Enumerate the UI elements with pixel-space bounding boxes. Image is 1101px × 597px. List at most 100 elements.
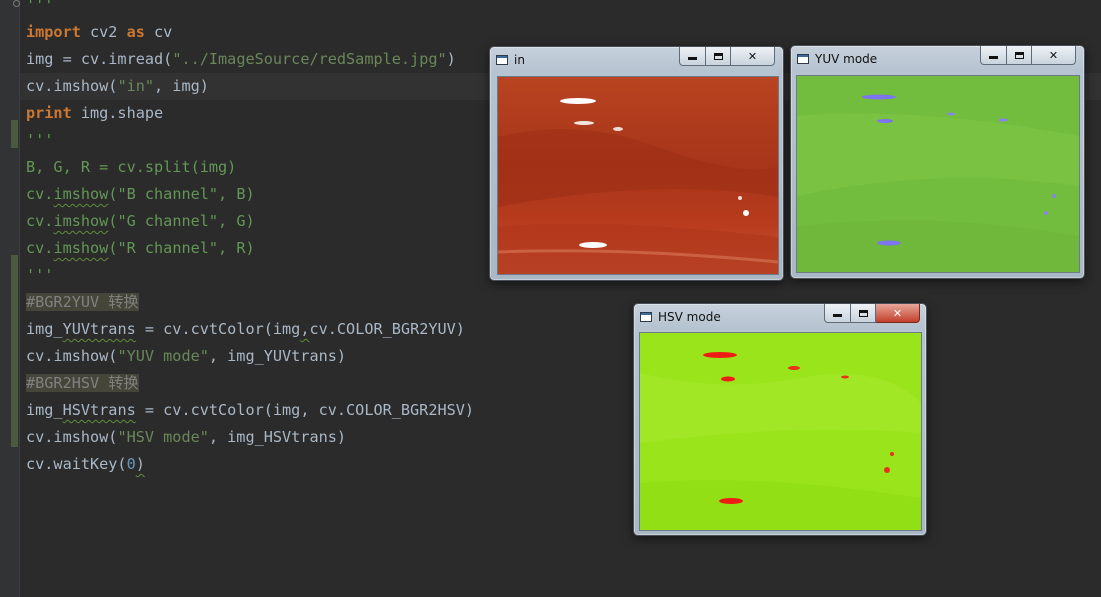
close-button[interactable]: ✕ bbox=[731, 47, 775, 66]
code-token: "YUV mode" bbox=[117, 347, 209, 365]
minimize-icon bbox=[833, 314, 842, 317]
code-token: cv.imshow( bbox=[26, 347, 118, 365]
fold-marker-icon[interactable] bbox=[13, 0, 20, 7]
close-icon: ✕ bbox=[747, 49, 758, 63]
code-token: cv.imshow( bbox=[26, 77, 118, 95]
code-line[interactable]: img_HSVtrans = cv.cvtColor(img, cv.COLOR… bbox=[26, 397, 474, 424]
code-token: img = cv.imread( bbox=[26, 50, 173, 68]
code-line[interactable]: cv.imshow("YUV mode", img_YUVtrans) bbox=[26, 343, 474, 370]
code-token: img_ bbox=[26, 320, 63, 338]
code-token: ''' bbox=[26, 0, 54, 14]
code-line[interactable]: #BGR2HSV 转换 bbox=[26, 370, 474, 397]
code-token: = cv.cvtColor(img, cv.COLOR_BGR2HSV) bbox=[135, 401, 475, 419]
window-app-icon bbox=[496, 55, 508, 65]
image-in bbox=[498, 77, 778, 274]
code-token: B, G, R = cv.split(img) bbox=[26, 158, 237, 176]
code-token: 0 bbox=[126, 455, 136, 473]
code-token: #BGR2YUV 转换 bbox=[26, 293, 139, 311]
code-token: #BGR2HSV 转换 bbox=[26, 374, 139, 392]
code-token: imshow bbox=[53, 185, 109, 203]
close-icon: ✕ bbox=[1048, 48, 1059, 62]
code-token: "in" bbox=[117, 77, 155, 95]
code-token: import bbox=[26, 23, 81, 41]
code-token: imshow bbox=[53, 212, 109, 230]
window-titlebar[interactable]: in ✕ bbox=[490, 47, 783, 73]
code-token: cv. bbox=[26, 185, 54, 203]
minimize-button[interactable] bbox=[980, 46, 1007, 65]
maximize-button[interactable] bbox=[851, 304, 876, 323]
code-line[interactable]: ''' bbox=[26, 127, 474, 154]
code-token: ''' bbox=[26, 131, 54, 149]
image-window-yuv[interactable]: YUV mode ✕ bbox=[790, 45, 1085, 279]
code-token: cv. bbox=[26, 212, 54, 230]
code-line[interactable]: print img.shape bbox=[26, 100, 474, 127]
image-canvas bbox=[639, 332, 922, 531]
maximize-button[interactable] bbox=[706, 47, 731, 66]
code-line[interactable]: cv.imshow("B channel", B) bbox=[26, 181, 474, 208]
image-window-in[interactable]: in ✕ bbox=[489, 46, 784, 281]
code-token: ("B channel", B) bbox=[108, 185, 255, 203]
window-title: YUV mode bbox=[815, 52, 878, 66]
code-token: cv.imshow( bbox=[26, 428, 118, 446]
code-token: print bbox=[26, 104, 72, 122]
code-token: "../ImageSource/redSample.jpg" bbox=[172, 50, 447, 68]
minimize-icon bbox=[688, 57, 697, 60]
window-titlebar[interactable]: HSV mode ✕ bbox=[634, 304, 926, 330]
code-line[interactable]: img = cv.imread("../ImageSource/redSampl… bbox=[26, 46, 474, 73]
code-token: cv.waitKey( bbox=[26, 455, 127, 473]
maximize-icon bbox=[858, 309, 868, 317]
maximize-button[interactable] bbox=[1007, 46, 1032, 65]
close-icon: ✕ bbox=[892, 306, 903, 320]
image-window-hsv[interactable]: HSV mode ✕ bbox=[633, 303, 927, 536]
image-canvas bbox=[497, 76, 779, 275]
fold-region bbox=[11, 255, 18, 447]
maximize-icon bbox=[1014, 51, 1024, 59]
close-button[interactable]: ✕ bbox=[1032, 46, 1076, 65]
code-token: = cv.cvtColor(img bbox=[135, 320, 301, 338]
code-token: , img) bbox=[154, 77, 209, 95]
code-token: ) bbox=[135, 455, 145, 473]
code-token: ("G channel", G) bbox=[108, 212, 255, 230]
code-token: HSVtrans bbox=[62, 401, 136, 419]
window-title: in bbox=[514, 53, 525, 67]
maximize-icon bbox=[713, 52, 723, 60]
code-token: cv bbox=[144, 23, 173, 41]
code-token: cv.COLOR_BGR2YUV) bbox=[309, 320, 465, 338]
minimize-button[interactable] bbox=[824, 304, 851, 323]
code-token: cv. bbox=[26, 239, 54, 257]
window-app-icon bbox=[797, 54, 809, 64]
minimize-button[interactable] bbox=[679, 47, 706, 66]
image-hsv bbox=[640, 333, 921, 530]
editor-gutter bbox=[0, 0, 20, 597]
fold-region bbox=[11, 120, 18, 148]
code-lines[interactable]: ''' import cv2 as cv img = cv.imread("../I… bbox=[18, 0, 1101, 478]
code-line[interactable]: cv.imshow("R channel", R) bbox=[26, 235, 474, 262]
close-button[interactable]: ✕ bbox=[876, 304, 920, 323]
code-token: , img_HSVtrans) bbox=[208, 428, 347, 446]
minimize-icon bbox=[989, 56, 998, 59]
code-line[interactable]: B, G, R = cv.split(img) bbox=[26, 154, 474, 181]
code-line[interactable]: img_YUVtrans = cv.cvtColor(img,cv.COLOR_… bbox=[26, 316, 474, 343]
window-title: HSV mode bbox=[658, 310, 721, 324]
code-line[interactable]: import cv2 as cv bbox=[26, 19, 474, 46]
code-line[interactable]: ''' bbox=[26, 0, 474, 19]
code-line[interactable]: ''' bbox=[26, 262, 474, 289]
image-canvas bbox=[796, 75, 1080, 273]
code-token: cv2 bbox=[80, 23, 127, 41]
code-token: imshow bbox=[53, 239, 109, 257]
code-line[interactable]: cv.waitKey(0) bbox=[26, 451, 474, 478]
code-line[interactable]: cv.imshow("G channel", G) bbox=[26, 208, 474, 235]
code-token: "HSV mode" bbox=[117, 428, 209, 446]
window-titlebar[interactable]: YUV mode ✕ bbox=[791, 46, 1084, 72]
code-line[interactable]: cv.imshow("HSV mode", img_HSVtrans) bbox=[26, 424, 474, 451]
code-token: , img_YUVtrans) bbox=[208, 347, 347, 365]
code-token: ("R channel", R) bbox=[108, 239, 255, 257]
code-token: ) bbox=[446, 50, 456, 68]
image-yuv bbox=[797, 76, 1079, 272]
code-token: img.shape bbox=[71, 104, 164, 122]
code-token: ''' bbox=[26, 266, 54, 284]
code-token: YUVtrans bbox=[62, 320, 136, 338]
code-token: as bbox=[126, 23, 145, 41]
code-line[interactable]: cv.imshow("in", img) bbox=[18, 73, 1101, 100]
code-line[interactable]: #BGR2YUV 转换 bbox=[26, 289, 474, 316]
